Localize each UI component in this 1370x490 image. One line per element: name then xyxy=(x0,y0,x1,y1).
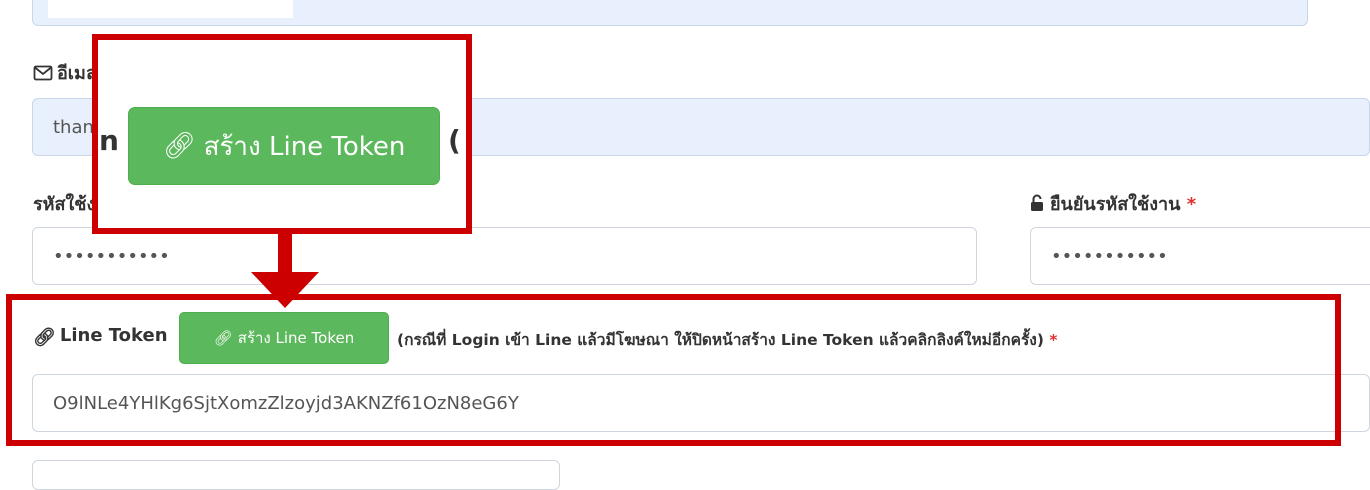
bottom-field[interactable] xyxy=(32,460,560,490)
arrow-head xyxy=(251,272,319,308)
confirm-password-label: ยืนยันรหัสใช้งาน * xyxy=(1030,189,1196,218)
arrow-shaft xyxy=(278,229,292,275)
email-label: อีเมล xyxy=(33,58,97,87)
link-icon: 🔗︎ xyxy=(162,131,196,161)
confirm-password-value: ••••••••••• xyxy=(1051,245,1168,267)
top-field-inner-white xyxy=(48,0,293,18)
zoom-label-fragment: n xyxy=(99,124,119,157)
password-value: ••••••••••• xyxy=(53,245,170,267)
highlight-box xyxy=(6,294,1341,446)
unlock-icon xyxy=(1030,194,1044,217)
confirm-password-field[interactable]: ••••••••••• xyxy=(1030,227,1370,285)
zoom-paren-fragment: ( xyxy=(448,124,461,157)
envelope-icon xyxy=(33,64,53,87)
zoom-create-line-token-button: 🔗︎ สร้าง Line Token xyxy=(128,107,440,185)
required-mark: * xyxy=(1186,194,1197,215)
password-field[interactable]: ••••••••••• xyxy=(32,227,977,285)
